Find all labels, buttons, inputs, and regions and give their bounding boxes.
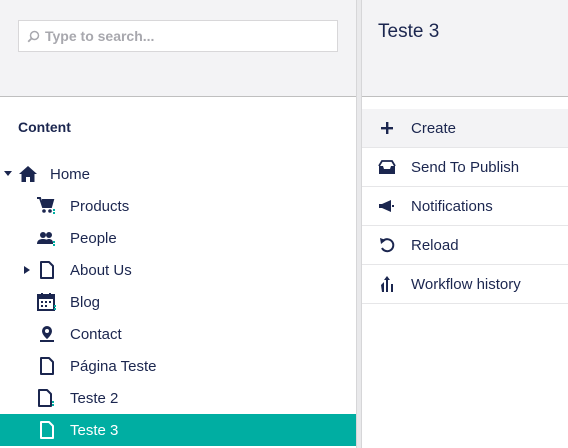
tree-node-label: Contact [70,325,122,343]
create-action[interactable]: Create [362,109,568,148]
megaphone-icon [378,197,396,215]
actions-panel: Teste 3 Create Send To Publish Notificat… [362,0,568,448]
content-tree: Home Products People About Us Blog Conta… [0,158,356,446]
tree-node-teste-2[interactable]: Teste 2 [0,382,356,414]
home-icon [18,164,38,184]
tree-node-label: Blog [70,293,101,311]
section-title: Content [18,119,71,135]
shopping-cart-icon [37,196,57,216]
caret-right-icon[interactable] [22,265,32,275]
tree-node-about-us[interactable]: About Us [0,254,356,286]
tree-node-label: Página Teste [70,357,157,375]
document-icon [37,420,57,440]
action-label: Reload [411,236,459,254]
tree-node-label: Teste 3 [70,421,119,439]
tree-node-pagina-teste[interactable]: Página Teste [0,350,356,382]
page-title: Teste 3 [378,21,440,42]
action-label: Workflow history [411,275,521,293]
notifications-action[interactable]: Notifications [362,187,568,226]
content-tree-panel: Content Home Products People [0,0,358,448]
tree-node-contact[interactable]: Contact [0,318,356,350]
search-box[interactable] [18,20,338,52]
workflow-icon [378,275,396,293]
reload-icon [378,236,396,254]
document-icon [37,260,57,280]
action-label: Notifications [411,197,493,215]
action-label: Create [411,119,457,137]
search-input[interactable] [45,28,325,44]
tree-node-label: Teste 2 [70,389,119,407]
users-icon [37,228,57,248]
tree-node-blog[interactable]: Blog [0,286,356,318]
publish-icon [378,158,396,176]
tree-node-label: People [70,229,117,247]
actions-list: Create Send To Publish Notifications Rel… [362,109,568,304]
tree-node-teste-3[interactable]: Teste 3 [0,414,356,446]
map-pin-icon [37,324,57,344]
document-icon [37,388,57,408]
tree-node-products[interactable]: Products [0,190,356,222]
caret-down-icon[interactable] [3,169,13,179]
tree-node-label: Products [70,197,130,215]
tree-node-label: Home [50,165,91,183]
action-label: Send To Publish [411,158,520,176]
calendar-icon [37,292,57,312]
plus-icon [378,119,396,137]
search-icon [27,29,41,43]
workflow-history-action[interactable]: Workflow history [362,265,568,304]
tree-node-people[interactable]: People [0,222,356,254]
tree-node-label: About Us [70,261,132,279]
send-to-publish-action[interactable]: Send To Publish [362,148,568,187]
tree-node-home[interactable]: Home [0,158,356,190]
document-icon [37,356,57,376]
reload-action[interactable]: Reload [362,226,568,265]
actions-header: Teste 3 [362,0,568,97]
tree-header [0,0,358,97]
